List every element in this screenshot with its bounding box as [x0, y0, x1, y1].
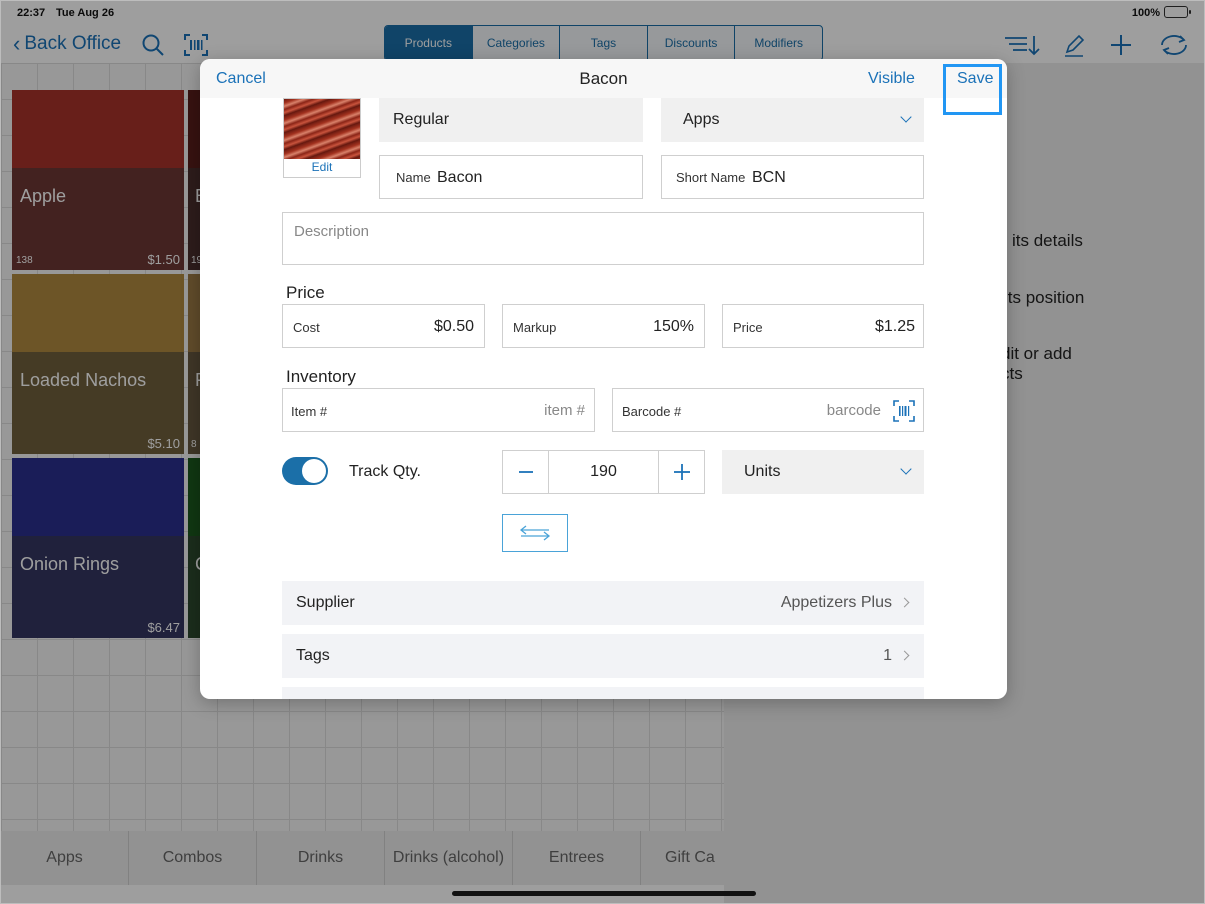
- edit-product-modal: Cancel Bacon Visible Save Edit Regular A…: [200, 59, 1007, 699]
- markup-value: 150%: [653, 318, 694, 335]
- home-indicator[interactable]: [452, 891, 756, 896]
- name-field[interactable]: Name Bacon: [379, 155, 643, 199]
- supplier-row[interactable]: Supplier Appetizers Plus: [282, 581, 924, 625]
- name-value: Bacon: [437, 169, 483, 186]
- swap-arrows-button[interactable]: [502, 514, 568, 552]
- increment-button[interactable]: [659, 451, 704, 493]
- product-image[interactable]: Edit: [283, 98, 361, 178]
- price-label: Price: [733, 320, 763, 335]
- short-name-label: Short Name: [676, 170, 746, 185]
- cost-field[interactable]: Cost $0.50: [282, 304, 485, 348]
- app-screen: 22:37 Tue Aug 26 100% ‹ Back Office Prod…: [0, 0, 1205, 904]
- markup-label: Markup: [513, 320, 557, 335]
- visible-button[interactable]: Visible: [868, 70, 915, 88]
- short-name-value: BCN: [752, 169, 786, 186]
- quantity-stepper: 190: [502, 450, 705, 494]
- tags-value: 1: [883, 647, 892, 664]
- description-field[interactable]: Description: [282, 212, 924, 265]
- barcode-label: Barcode #: [622, 404, 682, 419]
- tags-label: Tags: [296, 647, 330, 664]
- chevron-down-icon: [900, 111, 912, 123]
- markup-field[interactable]: Markup 150%: [502, 304, 705, 348]
- item-number-field[interactable]: Item # item #: [282, 388, 595, 432]
- description-placeholder: Description: [294, 223, 370, 240]
- plus-icon: [673, 464, 690, 480]
- price-value: $1.25: [874, 318, 915, 335]
- category-select[interactable]: Apps: [661, 98, 924, 142]
- modal-header: Cancel Bacon Visible Save: [200, 59, 1007, 98]
- supplier-value: Appetizers Plus: [780, 594, 892, 611]
- chevron-right-icon: [899, 650, 910, 661]
- product-type-value: Regular: [393, 111, 450, 128]
- units-select[interactable]: Units: [722, 450, 924, 494]
- track-qty-toggle[interactable]: [282, 457, 328, 485]
- save-button[interactable]: Save: [957, 70, 993, 88]
- price-field[interactable]: Price $1.25: [722, 304, 924, 348]
- units-value: Units: [744, 463, 781, 480]
- barcode-scan-icon[interactable]: [893, 400, 915, 422]
- minus-icon: [518, 471, 533, 473]
- edit-image-button[interactable]: Edit: [284, 160, 360, 174]
- inventory-section-label: Inventory: [286, 367, 356, 386]
- price-section-label: Price: [286, 283, 325, 302]
- item-number-placeholder: item #: [544, 402, 585, 419]
- barcode-field[interactable]: Barcode # barcode: [612, 388, 924, 432]
- item-number-label: Item #: [291, 404, 328, 419]
- name-label: Name: [396, 170, 431, 185]
- tags-row[interactable]: Tags 1: [282, 634, 924, 678]
- barcode-placeholder: barcode: [826, 402, 881, 419]
- short-name-field[interactable]: Short Name BCN: [661, 155, 924, 199]
- track-qty-label: Track Qty.: [349, 463, 421, 480]
- next-row-partial[interactable]: [282, 687, 924, 699]
- decrement-button[interactable]: [503, 451, 548, 493]
- quantity-value[interactable]: 190: [548, 451, 659, 493]
- cost-label: Cost: [293, 320, 320, 335]
- product-type-select[interactable]: Regular: [379, 98, 643, 142]
- chevron-right-icon: [899, 597, 910, 608]
- supplier-label: Supplier: [296, 594, 355, 611]
- swap-arrows-icon: [519, 525, 551, 541]
- chevron-down-icon: [900, 463, 912, 475]
- category-value: Apps: [683, 111, 720, 128]
- bacon-photo: [284, 99, 360, 159]
- cost-value: $0.50: [433, 318, 474, 335]
